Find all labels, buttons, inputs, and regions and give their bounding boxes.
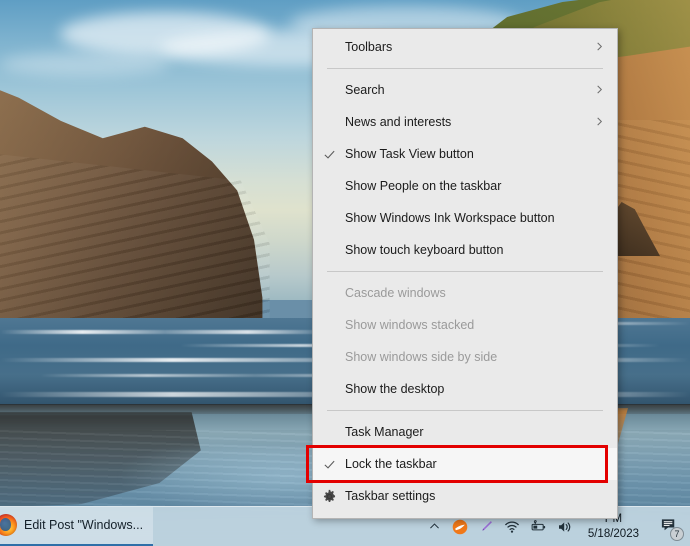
menu-item-label: Lock the taskbar — [345, 457, 437, 471]
menu-item-label: News and interests — [345, 115, 452, 129]
menu-item-toolbars[interactable]: Toolbars — [313, 31, 617, 63]
menu-separator — [327, 68, 603, 69]
menu-item-show-people-on-the-taskbar[interactable]: Show People on the taskbar — [313, 170, 617, 202]
chevron-right-icon — [586, 84, 605, 97]
menu-item-label: Task Manager — [345, 425, 424, 439]
menu-item-show-windows-ink-workspace-button[interactable]: Show Windows Ink Workspace button — [313, 202, 617, 234]
orange-app-icon[interactable] — [452, 518, 469, 535]
menu-item-label: Show Windows Ink Workspace button — [345, 211, 555, 225]
checkmark-icon — [313, 458, 345, 471]
firefox-icon — [0, 514, 17, 536]
wifi-icon[interactable] — [504, 518, 521, 535]
menu-item-label: Toolbars — [345, 40, 393, 54]
wallpaper-cloud — [0, 52, 170, 76]
notification-center-button[interactable]: 7 — [656, 514, 684, 541]
menu-item-label: Search — [345, 83, 385, 97]
menu-item-taskbar-settings[interactable]: Taskbar settings — [313, 480, 617, 512]
taskbar-task-button[interactable]: Edit Post "Windows... — [0, 506, 154, 546]
menu-separator — [327, 271, 603, 272]
menu-item-label: Show windows side by side — [345, 350, 498, 364]
menu-item-show-task-view-button[interactable]: Show Task View button — [313, 138, 617, 170]
desktop-screen: Edit Post "Windows... PM 5/18/2023 7 Too… — [0, 0, 690, 546]
menu-item-cascade-windows: Cascade windows — [313, 277, 617, 309]
tray-overflow-chevron-icon[interactable] — [426, 518, 443, 535]
notification-count-badge: 7 — [670, 526, 684, 541]
menu-item-show-the-desktop[interactable]: Show the desktop — [313, 373, 617, 405]
clock-date: 5/18/2023 — [587, 527, 639, 540]
gear-icon — [313, 489, 345, 504]
menu-item-show-windows-side-by-side: Show windows side by side — [313, 341, 617, 373]
chevron-right-icon — [586, 41, 605, 54]
taskbar-context-menu: Toolbars Search News and interests Show … — [312, 28, 618, 519]
menu-item-label: Show Task View button — [345, 147, 474, 161]
menu-item-search[interactable]: Search — [313, 74, 617, 106]
menu-item-news-and-interests[interactable]: News and interests — [313, 106, 617, 138]
menu-item-label: Show People on the taskbar — [345, 179, 502, 193]
menu-item-label: Show the desktop — [345, 382, 445, 396]
checkmark-icon — [313, 148, 345, 161]
menu-item-show-touch-keyboard-button[interactable]: Show touch keyboard button — [313, 234, 617, 266]
chevron-right-icon — [586, 116, 605, 129]
menu-item-label: Taskbar settings — [345, 489, 436, 503]
menu-item-lock-the-taskbar[interactable]: Lock the taskbar — [313, 448, 617, 480]
menu-item-label: Show windows stacked — [345, 318, 475, 332]
menu-item-label: Show touch keyboard button — [345, 243, 504, 257]
menu-separator — [327, 410, 603, 411]
menu-item-label: Cascade windows — [345, 286, 446, 300]
taskbar-task-label: Edit Post "Windows... — [24, 518, 144, 532]
pen-icon[interactable] — [478, 518, 495, 535]
volume-icon[interactable] — [556, 518, 573, 535]
menu-item-task-manager[interactable]: Task Manager — [313, 416, 617, 448]
menu-item-show-windows-stacked: Show windows stacked — [313, 309, 617, 341]
battery-icon[interactable] — [530, 518, 547, 535]
wallpaper-wave — [0, 330, 330, 334]
